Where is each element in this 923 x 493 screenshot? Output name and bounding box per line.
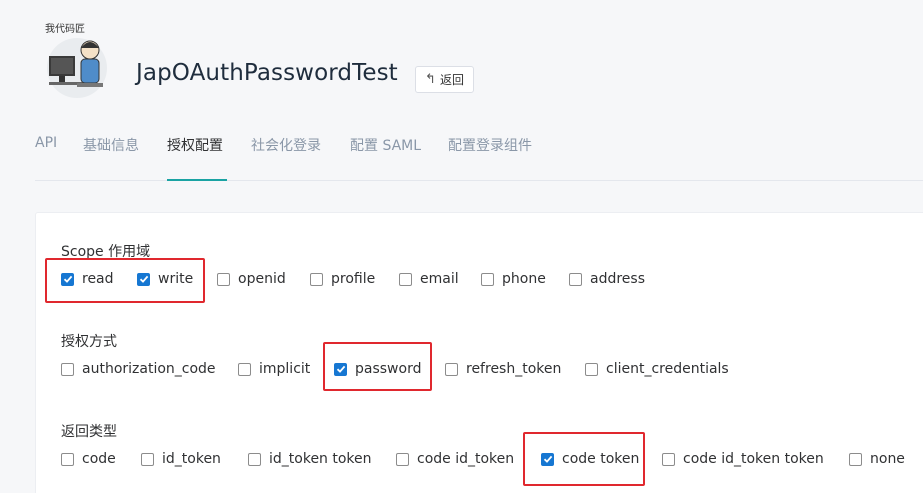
checkbox-unchecked-icon[interactable] bbox=[662, 452, 675, 466]
tab-auth-config[interactable]: 授权配置 bbox=[167, 135, 223, 155]
checkbox-unchecked-icon[interactable] bbox=[141, 452, 154, 466]
checkbox-unchecked-icon[interactable] bbox=[585, 362, 598, 376]
checkbox-label: password bbox=[355, 361, 422, 377]
checkbox-id-token-token[interactable]: id_token token bbox=[248, 451, 372, 467]
checkbox-unchecked-icon[interactable] bbox=[849, 452, 862, 466]
checkbox-profile[interactable]: profile bbox=[310, 271, 375, 287]
app-page: 我代码匠 JapOAuthPasswordTest ↰ 返回 API 基础信息 … bbox=[0, 0, 923, 493]
checkbox-code-id-token[interactable]: code id_token bbox=[396, 451, 514, 467]
checkbox-authorization-code[interactable]: authorization_code bbox=[61, 361, 216, 377]
tab-social-login[interactable]: 社会化登录 bbox=[251, 135, 321, 155]
checkbox-checked-icon[interactable] bbox=[541, 452, 554, 466]
checkbox-openid[interactable]: openid bbox=[217, 271, 286, 287]
app-title: JapOAuthPasswordTest bbox=[136, 60, 398, 86]
checkbox-label: openid bbox=[238, 271, 286, 287]
grant-type-section-label: 授权方式 bbox=[61, 334, 117, 350]
checkbox-read[interactable]: read bbox=[61, 271, 114, 287]
checkbox-label: profile bbox=[331, 271, 376, 287]
checkbox-label: write bbox=[158, 271, 194, 287]
checkbox-label: id_token bbox=[162, 451, 221, 467]
checkbox-unchecked-icon[interactable] bbox=[217, 272, 230, 286]
checkbox-label: authorization_code bbox=[82, 361, 216, 377]
checkbox-unchecked-icon[interactable] bbox=[399, 272, 412, 286]
back-button-label: 返回 bbox=[439, 73, 464, 87]
checkbox-unchecked-icon[interactable] bbox=[569, 272, 582, 286]
auth-config-card: Scope 作用域 read write openid profile email pho… bbox=[35, 212, 923, 493]
checkbox-unchecked-icon[interactable] bbox=[248, 452, 261, 466]
app-logo: 我代码匠 bbox=[37, 18, 115, 100]
checkbox-label: implicit bbox=[259, 361, 311, 377]
checkbox-label: refresh_token bbox=[466, 361, 562, 377]
checkbox-label: code id_token bbox=[417, 451, 515, 467]
checkbox-unchecked-icon[interactable] bbox=[445, 362, 458, 376]
response-type-section-label: 返回类型 bbox=[61, 424, 117, 440]
checkbox-label: phone bbox=[502, 271, 546, 287]
checkbox-label: read bbox=[82, 271, 114, 287]
checkbox-label: none bbox=[870, 451, 905, 467]
checkbox-none[interactable]: none bbox=[849, 451, 905, 467]
tab-login-widget[interactable]: 配置登录组件 bbox=[448, 135, 532, 155]
back-arrow-icon: ↰ bbox=[425, 72, 436, 87]
checkbox-write[interactable]: write bbox=[137, 271, 193, 287]
checkbox-label: email bbox=[420, 271, 459, 287]
checkbox-unchecked-icon[interactable] bbox=[396, 452, 409, 466]
checkbox-code-token[interactable]: code token bbox=[541, 451, 639, 467]
checkbox-label: address bbox=[590, 271, 646, 287]
checkbox-unchecked-icon[interactable] bbox=[310, 272, 323, 286]
checkbox-phone[interactable]: phone bbox=[481, 271, 546, 287]
checkbox-unchecked-icon[interactable] bbox=[61, 452, 74, 466]
checkbox-label: id_token token bbox=[269, 451, 372, 467]
checkbox-unchecked-icon[interactable] bbox=[481, 272, 494, 286]
checkbox-unchecked-icon[interactable] bbox=[238, 362, 251, 376]
checkbox-password[interactable]: password bbox=[334, 361, 421, 377]
tab-saml[interactable]: 配置 SAML bbox=[350, 135, 421, 155]
tab-bar: API 基础信息 授权配置 社会化登录 配置 SAML 配置登录组件 bbox=[35, 132, 923, 181]
tab-api[interactable]: API bbox=[35, 135, 57, 151]
scope-section-label: Scope 作用域 bbox=[61, 244, 151, 260]
back-button[interactable]: ↰ 返回 bbox=[415, 66, 474, 93]
checkbox-id-token[interactable]: id_token bbox=[141, 451, 221, 467]
checkbox-checked-icon[interactable] bbox=[61, 272, 74, 286]
checkbox-label: code token bbox=[562, 451, 640, 467]
checkbox-email[interactable]: email bbox=[399, 271, 459, 287]
logo-text: 我代码匠 bbox=[45, 23, 85, 35]
checkbox-refresh-token[interactable]: refresh_token bbox=[445, 361, 561, 377]
checkbox-label: client_credentials bbox=[606, 361, 729, 377]
checkbox-unchecked-icon[interactable] bbox=[61, 362, 74, 376]
checkbox-code[interactable]: code bbox=[61, 451, 116, 467]
checkbox-checked-icon[interactable] bbox=[334, 362, 347, 376]
checkbox-code-id-token-token[interactable]: code id_token token bbox=[662, 451, 824, 467]
checkbox-label: code id_token token bbox=[683, 451, 824, 467]
checkbox-address[interactable]: address bbox=[569, 271, 645, 287]
active-tab-indicator bbox=[167, 179, 227, 181]
checkbox-checked-icon[interactable] bbox=[137, 272, 150, 286]
checkbox-implicit[interactable]: implicit bbox=[238, 361, 310, 377]
tab-basic-info[interactable]: 基础信息 bbox=[83, 135, 139, 155]
checkbox-client-credentials[interactable]: client_credentials bbox=[585, 361, 729, 377]
checkbox-label: code bbox=[82, 451, 116, 467]
